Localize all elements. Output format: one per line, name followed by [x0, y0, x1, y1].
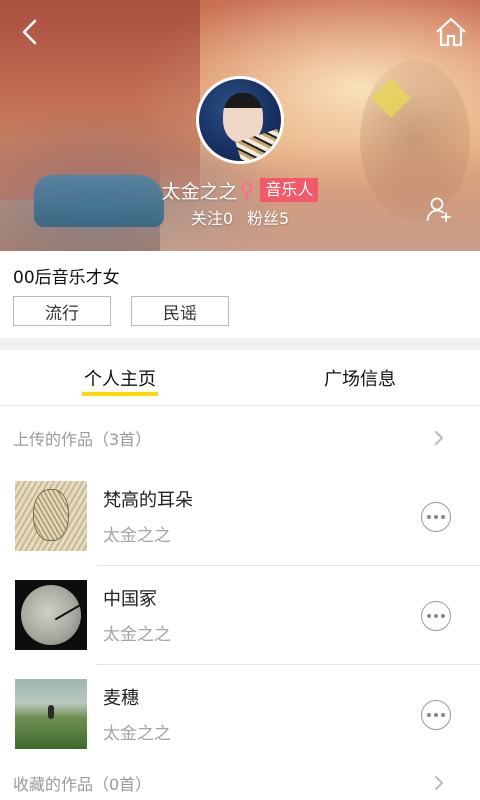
tab-square-info[interactable]: 广场信息 — [240, 350, 480, 405]
song-cover-image — [15, 679, 87, 749]
song-item[interactable]: 麦穗 太金之之 — [0, 665, 480, 764]
song-artist: 太金之之 — [103, 625, 171, 645]
chevron-right-icon — [435, 431, 443, 445]
section-divider — [0, 338, 480, 350]
uploads-label: 上传的作品（3首） — [13, 430, 152, 449]
favorites-header[interactable]: 收藏的作品（0首） — [0, 758, 480, 800]
song-cover-image — [15, 580, 87, 650]
more-options-icon[interactable] — [421, 502, 451, 532]
fans-count[interactable]: 粉丝5 — [247, 205, 289, 228]
song-artist: 太金之之 — [103, 724, 171, 744]
female-gender-icon: ♀ — [239, 178, 255, 202]
add-user-icon — [426, 197, 451, 222]
follow-button[interactable] — [422, 192, 456, 226]
user-name: 太金之之 — [161, 180, 238, 203]
home-button[interactable] — [432, 14, 470, 50]
more-options-icon[interactable] — [421, 601, 451, 631]
user-avatar[interactable] — [196, 76, 284, 164]
user-bio: 00后音乐才女 — [13, 268, 120, 288]
profile-banner: 太金之之 ♀ 音乐人 关注0 粉丝5 — [0, 0, 480, 251]
back-chevron-icon — [22, 19, 37, 45]
song-cover-image — [15, 481, 87, 551]
song-artist: 太金之之 — [103, 526, 171, 546]
uploads-header[interactable]: 上传的作品（3首） — [0, 413, 480, 463]
back-button[interactable] — [12, 14, 48, 50]
song-item[interactable]: 梵高的耳朵 太金之之 — [0, 467, 480, 566]
favorites-label: 收藏的作品（0首） — [13, 775, 152, 794]
song-item[interactable]: 中国冢 太金之之 — [0, 566, 480, 665]
tab-personal-home[interactable]: 个人主页 — [0, 350, 240, 405]
genre-tag-pop[interactable]: 流行 — [13, 296, 111, 326]
genre-tags: 流行 民谣 — [13, 296, 229, 326]
song-title: 中国冢 — [103, 589, 157, 610]
song-title: 麦穗 — [103, 688, 139, 709]
stats-row: 关注0 粉丝5 — [0, 205, 480, 228]
song-title: 梵高的耳朵 — [103, 490, 193, 511]
chevron-right-icon — [435, 776, 443, 790]
genre-tag-folk[interactable]: 民谣 — [131, 296, 229, 326]
profile-tabs: 个人主页 广场信息 — [0, 350, 480, 406]
cover-figure — [48, 705, 54, 719]
home-icon — [436, 17, 466, 47]
more-options-icon[interactable] — [421, 700, 451, 730]
role-badge: 音乐人 — [260, 178, 319, 202]
cover-portrait — [33, 489, 69, 541]
following-count[interactable]: 关注0 — [191, 205, 233, 228]
cover-moon — [21, 585, 81, 645]
name-row: 太金之之 ♀ 音乐人 — [0, 176, 480, 204]
